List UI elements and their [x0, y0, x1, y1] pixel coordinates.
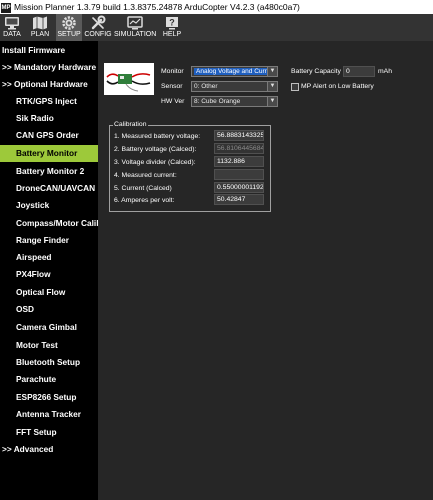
- help-icon: ?: [166, 17, 178, 30]
- toolbar-data-button[interactable]: DATA: [2, 14, 22, 41]
- sidebar-item-optical-flow[interactable]: Optical Flow: [0, 284, 98, 301]
- sidebar-item-bluetooth-setup[interactable]: Bluetooth Setup: [0, 354, 98, 371]
- amperes-per-volt-input[interactable]: 50.42847: [214, 194, 264, 205]
- battery-monitor-panel: Monitor Analog Voltage and Current ▼ Sen…: [98, 41, 433, 500]
- setup-sidebar: Install Firmware >> Mandatory Hardware >…: [0, 41, 98, 500]
- sidebar-item-px4flow[interactable]: PX4Flow: [0, 266, 98, 283]
- battery-capacity-input[interactable]: 0: [343, 66, 375, 77]
- app-logo-icon: MP: [1, 2, 11, 13]
- current-calced-label: 5. Current (Calced): [114, 185, 172, 192]
- power-module-image: [104, 63, 154, 95]
- sidebar-item-dronecan-uavcan[interactable]: DroneCAN/UAVCAN: [0, 180, 98, 197]
- monitor-select-value: Analog Voltage and Current: [194, 68, 277, 75]
- data-monitor-icon: [5, 17, 19, 30]
- toolbar-config-label: CONFIG: [84, 31, 112, 38]
- current-calced-field: 0.550000011921: [214, 182, 264, 193]
- monitor-select[interactable]: Analog Voltage and Current ▼: [191, 66, 278, 77]
- sensor-select-value: 0: Other: [194, 83, 218, 90]
- toolbar-help-button[interactable]: ? HELP: [160, 14, 184, 41]
- battery-capacity-label: Battery Capacity: [291, 68, 341, 75]
- chevron-down-icon[interactable]: ▼: [267, 97, 277, 106]
- mp-alert-checkbox[interactable]: [291, 83, 299, 91]
- toolbar-data-label: DATA: [3, 31, 21, 38]
- capacity-unit-label: mAh: [378, 68, 392, 75]
- toolbar-plan-label: PLAN: [30, 31, 50, 38]
- hwver-select[interactable]: 8: Cube Orange ▼: [191, 96, 278, 107]
- main-toolbar: DATA PLAN SETUP CONFIG SIMULATION ? HELP: [0, 14, 433, 41]
- window-title-bar: MP Mission Planner 1.3.79 build 1.3.8375.…: [0, 0, 433, 14]
- sidebar-item-joystick[interactable]: Joystick: [0, 197, 98, 214]
- battery-voltage-calced-field: 56.8106445684: [214, 143, 264, 154]
- measured-voltage-input[interactable]: 56.8883143325: [214, 130, 264, 141]
- mp-alert-label: MP Alert on Low Battery: [301, 83, 374, 90]
- sidebar-item-can-gps-order[interactable]: CAN GPS Order: [0, 127, 98, 144]
- window-title: Mission Planner 1.3.79 build 1.3.8375.24…: [14, 2, 300, 12]
- plan-map-icon: [33, 16, 47, 30]
- sidebar-item-airspeed[interactable]: Airspeed: [0, 249, 98, 266]
- sidebar-item-motor-test[interactable]: Motor Test: [0, 337, 98, 354]
- sidebar-item-rtk-gps-inject[interactable]: RTK/GPS Inject: [0, 93, 98, 110]
- toolbar-setup-button[interactable]: SETUP: [56, 14, 82, 41]
- sidebar-item-advanced[interactable]: >> Advanced: [0, 441, 98, 458]
- battery-voltage-calced-label: 2. Battery voltage (Calced):: [114, 146, 197, 153]
- voltage-divider-input[interactable]: 1132.886: [214, 156, 264, 167]
- sidebar-item-parachute[interactable]: Parachute: [0, 371, 98, 388]
- sidebar-item-sik-radio[interactable]: Sik Radio: [0, 110, 98, 127]
- measured-current-input[interactable]: [214, 169, 264, 180]
- toolbar-setup-label: SETUP: [57, 31, 81, 38]
- sidebar-item-battery-monitor[interactable]: Battery Monitor: [0, 145, 98, 162]
- sidebar-item-fft-setup[interactable]: FFT Setup: [0, 424, 98, 441]
- voltage-divider-label: 3. Voltage divider (Calced):: [114, 159, 196, 166]
- toolbar-config-button[interactable]: CONFIG: [84, 14, 112, 41]
- sidebar-item-optional-hardware[interactable]: >> Optional Hardware: [0, 76, 98, 93]
- simulation-monitor-icon: [127, 16, 143, 30]
- calibration-title: Calibration: [113, 121, 148, 129]
- toolbar-plan-button[interactable]: PLAN: [28, 14, 52, 41]
- config-wrench-icon: [91, 15, 106, 30]
- sidebar-item-esp8266-setup[interactable]: ESP8266 Setup: [0, 389, 98, 406]
- chevron-down-icon[interactable]: ▼: [267, 82, 277, 91]
- sensor-select[interactable]: 0: Other ▼: [191, 81, 278, 92]
- monitor-label: Monitor: [161, 68, 184, 75]
- hwver-select-value: 8: Cube Orange: [194, 98, 241, 105]
- setup-gear-icon: [62, 16, 76, 30]
- svg-text:?: ?: [169, 18, 175, 28]
- toolbar-help-label: HELP: [162, 31, 182, 38]
- sidebar-item-compass-motor-calib[interactable]: Compass/Motor Calib: [0, 215, 98, 232]
- sidebar-item-camera-gimbal[interactable]: Camera Gimbal: [0, 319, 98, 336]
- sidebar-item-osd[interactable]: OSD: [0, 301, 98, 318]
- chevron-down-icon[interactable]: ▼: [267, 67, 277, 76]
- sidebar-item-antenna-tracker[interactable]: Antenna Tracker: [0, 406, 98, 423]
- hwver-label: HW Ver: [161, 98, 185, 105]
- amperes-per-volt-label: 6. Amperes per volt:: [114, 197, 175, 204]
- sidebar-item-range-finder[interactable]: Range Finder: [0, 232, 98, 249]
- measured-current-label: 4. Measured current:: [114, 172, 177, 179]
- sidebar-item-install-firmware[interactable]: Install Firmware: [0, 42, 98, 59]
- sensor-label: Sensor: [161, 83, 183, 90]
- measured-voltage-label: 1. Measured battery voltage:: [114, 133, 201, 140]
- toolbar-simulation-button[interactable]: SIMULATION: [114, 14, 156, 41]
- sidebar-item-mandatory-hardware[interactable]: >> Mandatory Hardware: [0, 59, 98, 76]
- sidebar-item-battery-monitor-2[interactable]: Battery Monitor 2: [0, 163, 98, 180]
- toolbar-simulation-label: SIMULATION: [114, 31, 157, 38]
